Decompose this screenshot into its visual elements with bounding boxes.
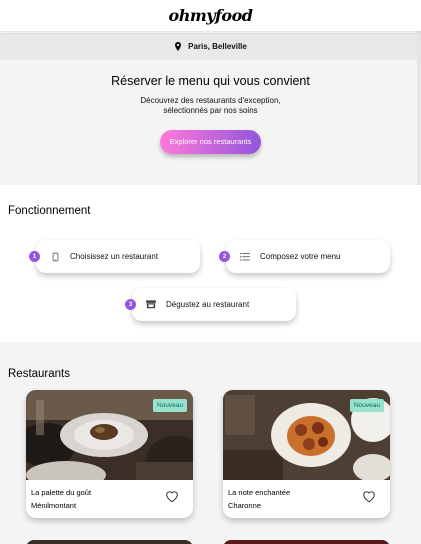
step-compose-menu[interactable]: 2 Composez votre menu — [219, 240, 390, 273]
how-it-works-section: Fonctionnement 1 Choisissez un restauran… — [0, 185, 421, 342]
hero-subtitle-line1: Découvrez des restaurants d'exception, — [140, 96, 281, 105]
restaurants-section: Restaurants Nouveau La palette du goût M… — [0, 342, 421, 544]
restaurant-card[interactable]: Nouveau La note enchantée Charonne — [223, 390, 390, 518]
phone-icon — [50, 252, 60, 262]
restaurant-photo: Nouveau — [223, 390, 390, 480]
step-choose-restaurant[interactable]: 1 Choisissez un restaurant — [29, 240, 200, 273]
heart-icon[interactable] — [165, 490, 179, 503]
step-label: Choisissez un restaurant — [70, 252, 159, 261]
restaurant-info: La note enchantée Charonne — [223, 480, 390, 510]
step-label: Composez votre menu — [260, 252, 341, 261]
restaurant-card-peek[interactable] — [223, 540, 390, 544]
step-taste-restaurant[interactable]: 3 Dégustez au restaurant — [125, 288, 296, 321]
location-bar: Paris, Belleville — [0, 33, 421, 60]
new-badge: Nouveau — [152, 399, 187, 412]
restaurant-info: La palette du goût Ménilmontant — [26, 480, 193, 510]
hero-section: Réserver le menu qui vous convient Décou… — [0, 60, 421, 185]
store-icon — [146, 300, 156, 310]
new-badge: Nouveau — [349, 399, 384, 412]
restaurant-card[interactable]: Nouveau La palette du goût Ménilmontant — [26, 390, 193, 518]
heart-icon[interactable] — [362, 490, 376, 503]
site-header: ohmyfood — [0, 0, 421, 31]
ohmyfood-logo[interactable]: ohmyfood — [169, 6, 253, 25]
section-title-restaurants: Restaurants — [8, 368, 71, 380]
restaurant-card-peek[interactable] — [26, 540, 193, 544]
step-number: 1 — [29, 251, 40, 262]
hero-subtitle-line2: sélectionnés par nos soins — [163, 106, 258, 115]
list-icon — [240, 252, 250, 262]
restaurant-photo: Nouveau — [26, 390, 193, 480]
step-number: 2 — [219, 251, 230, 262]
explore-restaurants-button[interactable]: Explorer nos restaurants — [159, 130, 262, 154]
location-text: Paris, Belleville — [188, 42, 247, 51]
map-pin-icon — [175, 42, 182, 51]
step-label: Dégustez au restaurant — [166, 300, 250, 309]
section-title-how: Fonctionnement — [8, 205, 91, 217]
step-number: 3 — [125, 299, 136, 310]
hero-title: Réserver le menu qui vous convient — [111, 74, 310, 88]
